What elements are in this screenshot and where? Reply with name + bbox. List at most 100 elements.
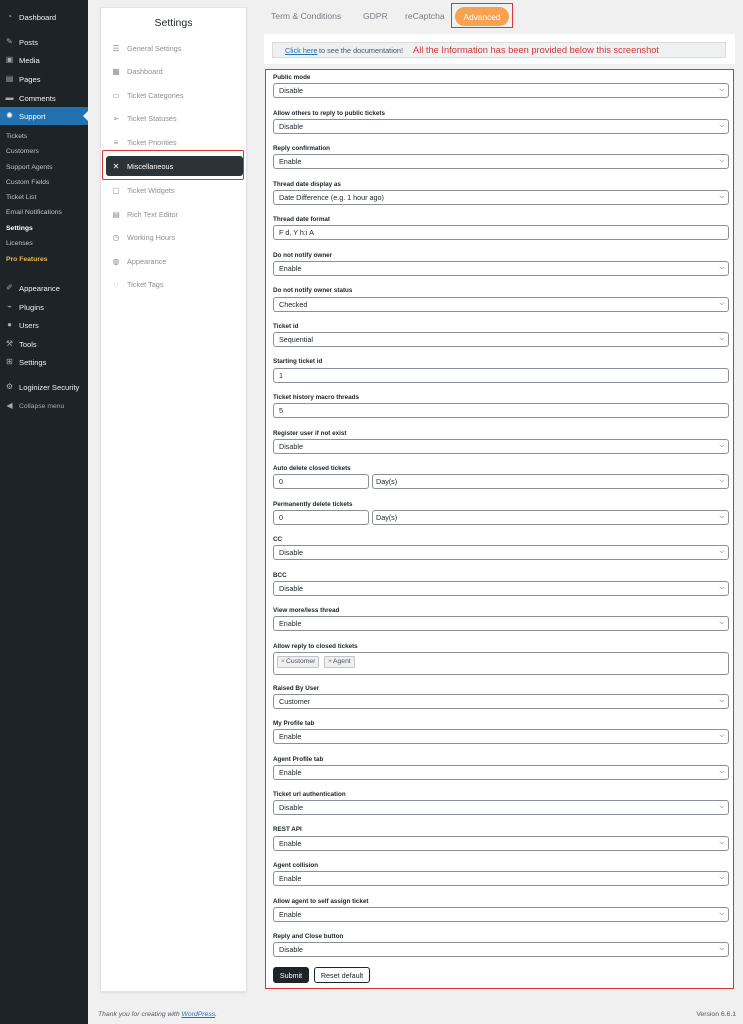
starting-ticket-id-input[interactable]: 1 bbox=[273, 368, 729, 383]
select-value: Enable bbox=[279, 839, 302, 848]
ticket-id-select[interactable]: Sequential ⌵ bbox=[273, 332, 729, 347]
remove-icon[interactable]: × bbox=[281, 658, 285, 665]
select-value: Disable bbox=[279, 945, 303, 954]
auto-delete-days-input[interactable]: 0 bbox=[273, 474, 369, 489]
nav-item-ticket-tags[interactable]: ◌ Ticket Tags bbox=[106, 274, 243, 294]
select-value: Disable bbox=[279, 584, 303, 593]
submenu-support-agents[interactable]: Support Agents bbox=[0, 161, 88, 175]
agent-collision-select[interactable]: Enable ⌵ bbox=[273, 871, 729, 886]
submenu-customers[interactable]: Customers bbox=[0, 145, 88, 159]
reply-confirmation-select[interactable]: Enable ⌵ bbox=[273, 154, 729, 169]
nav-item-dashboard[interactable]: ▦ Dashboard bbox=[106, 61, 243, 81]
remove-icon[interactable]: × bbox=[328, 658, 332, 665]
tag-chip[interactable]: ×Customer bbox=[277, 656, 320, 668]
select-value: Customer bbox=[279, 697, 311, 706]
agent-self-assign-select[interactable]: Enable ⌵ bbox=[273, 907, 729, 922]
agent-profile-tab-select[interactable]: Enable ⌵ bbox=[273, 765, 729, 780]
field-label: Ticket history macro threads bbox=[273, 394, 359, 401]
auto-delete-unit-select[interactable]: Day(s) ⌵ bbox=[372, 474, 729, 489]
priority-icon: ≡ bbox=[113, 137, 119, 147]
field-label: Reply confirmation bbox=[273, 145, 331, 152]
chevron-down-icon: ⌵ bbox=[719, 87, 724, 93]
reset-default-button[interactable]: Reset default bbox=[314, 967, 370, 983]
select-value: Day(s) bbox=[376, 477, 398, 486]
allow-reply-closed-multiselect[interactable]: ×Customer ×Agent bbox=[273, 652, 729, 675]
rest-api-select[interactable]: Enable ⌵ bbox=[273, 836, 729, 851]
menu-item-plugins[interactable]: ⌁ Plugins bbox=[0, 298, 88, 316]
widgets-icon: ▢ bbox=[112, 185, 120, 195]
menu-label: Settings bbox=[19, 357, 47, 367]
nav-item-appearance[interactable]: ◍ Appearance bbox=[106, 251, 243, 271]
reply-close-button-select[interactable]: Disable ⌵ bbox=[273, 942, 729, 957]
field-label: Ticket id bbox=[273, 323, 299, 330]
dashboard-icon: ▦ bbox=[112, 66, 120, 76]
tab-gdpr[interactable]: GDPR bbox=[363, 11, 388, 21]
tag-chip[interactable]: ×Agent bbox=[324, 656, 355, 668]
collapse-icon: ◀ bbox=[6, 401, 13, 410]
do-not-notify-owner-status-select[interactable]: Checked ⌵ bbox=[273, 297, 729, 312]
permanent-delete-unit-select[interactable]: Day(s) ⌵ bbox=[372, 510, 729, 525]
register-user-select[interactable]: Disable ⌵ bbox=[273, 439, 729, 454]
nav-item-ticket-widgets[interactable]: ▢ Ticket Widgets bbox=[106, 180, 243, 200]
menu-item-comments[interactable]: ▬ Comments bbox=[0, 89, 88, 107]
select-value: Disable bbox=[279, 122, 303, 131]
gear-icon: ⚙ bbox=[5, 382, 14, 391]
bcc-select[interactable]: Disable ⌵ bbox=[273, 581, 729, 596]
field-label: Do not notify owner bbox=[273, 252, 333, 259]
menu-item-support[interactable]: ✺ Support bbox=[0, 107, 88, 125]
submenu-email-notifications[interactable]: Email Notifications bbox=[0, 206, 88, 220]
submenu-settings[interactable]: Settings bbox=[0, 222, 88, 236]
select-value: Enable bbox=[279, 732, 302, 741]
ticket-url-auth-select[interactable]: Disable ⌵ bbox=[273, 800, 729, 815]
select-value: Enable bbox=[279, 264, 302, 273]
allow-others-reply-select[interactable]: Disable ⌵ bbox=[273, 119, 729, 134]
menu-item-pages[interactable]: ▤ Pages bbox=[0, 70, 88, 88]
menu-item-settings[interactable]: ⊞ Settings bbox=[0, 353, 88, 371]
nav-item-ticket-statuses[interactable]: ➢ Ticket Statuses bbox=[106, 108, 243, 128]
thread-date-display-select[interactable]: Date Difference (e.g. 1 hour ago) ⌵ bbox=[273, 190, 729, 205]
menu-label: Posts bbox=[19, 37, 38, 47]
menu-item-tools[interactable]: ⚒ Tools bbox=[0, 335, 88, 353]
menu-item-collapse[interactable]: ◀ Collapse menu bbox=[0, 397, 88, 415]
select-value: Disable bbox=[279, 803, 303, 812]
menu-item-posts[interactable]: ✎ Posts bbox=[0, 33, 88, 51]
submenu-custom-fields[interactable]: Custom Fields bbox=[0, 176, 88, 190]
chevron-down-icon: ⌵ bbox=[719, 194, 724, 200]
nav-item-general-settings[interactable]: ☰ General Settings bbox=[106, 38, 243, 58]
nav-label: Dashboard bbox=[127, 66, 163, 76]
submenu-ticket-list[interactable]: Ticket List bbox=[0, 191, 88, 205]
documentation-link[interactable]: Click here bbox=[285, 46, 317, 55]
public-mode-select[interactable]: Disable ⌵ bbox=[273, 83, 729, 98]
field-label: CC bbox=[273, 536, 283, 543]
field-label: Reply and Close button bbox=[273, 933, 344, 940]
submenu-licenses[interactable]: Licenses bbox=[0, 237, 88, 251]
tab-term-conditions[interactable]: Term & Conditions bbox=[271, 11, 341, 21]
submenu-pro-features[interactable]: Pro Features bbox=[0, 253, 88, 267]
chevron-down-icon: ⌵ bbox=[719, 911, 724, 917]
menu-item-loginizer-security[interactable]: ⚙ Loginizer Security bbox=[0, 378, 88, 396]
menu-item-users[interactable]: ● Users bbox=[0, 316, 88, 334]
tab-recaptcha[interactable]: reCaptcha bbox=[405, 11, 445, 21]
nav-item-ticket-priorities[interactable]: ≡ Ticket Priorities bbox=[106, 132, 243, 152]
menu-item-media[interactable]: ▣ Media bbox=[0, 51, 88, 69]
chevron-down-icon: ⌵ bbox=[719, 478, 724, 484]
raised-by-user-select[interactable]: Customer ⌵ bbox=[273, 694, 729, 709]
my-profile-tab-select[interactable]: Enable ⌵ bbox=[273, 729, 729, 744]
cc-select[interactable]: Disable ⌵ bbox=[273, 545, 729, 560]
menu-item-dashboard[interactable]: ◔ Dashboard bbox=[0, 8, 88, 26]
nav-item-rich-text-editor[interactable]: ▤ Rich Text Editor bbox=[106, 204, 243, 224]
thread-date-format-input[interactable]: F d, Y h:i A bbox=[273, 225, 729, 240]
permanent-delete-days-input[interactable]: 0 bbox=[273, 510, 369, 525]
wordpress-link[interactable]: WordPress bbox=[182, 1011, 216, 1018]
menu-item-appearance[interactable]: ✐ Appearance bbox=[0, 279, 88, 297]
nav-item-ticket-categories[interactable]: ▭ Ticket Categories bbox=[106, 85, 243, 105]
chevron-down-icon: ⌵ bbox=[719, 585, 724, 591]
do-not-notify-owner-select[interactable]: Enable ⌵ bbox=[273, 261, 729, 276]
nav-item-working-hours[interactable]: ◷ Working Hours bbox=[106, 227, 243, 247]
clock-icon: ◷ bbox=[112, 232, 120, 242]
submenu-tickets[interactable]: Tickets bbox=[0, 130, 88, 144]
view-more-less-select[interactable]: Enable ⌵ bbox=[273, 616, 729, 631]
ticket-history-macro-threads-input[interactable]: 5 bbox=[273, 403, 729, 418]
menu-label: Pages bbox=[19, 74, 41, 84]
submit-button[interactable]: Submit bbox=[273, 967, 309, 983]
